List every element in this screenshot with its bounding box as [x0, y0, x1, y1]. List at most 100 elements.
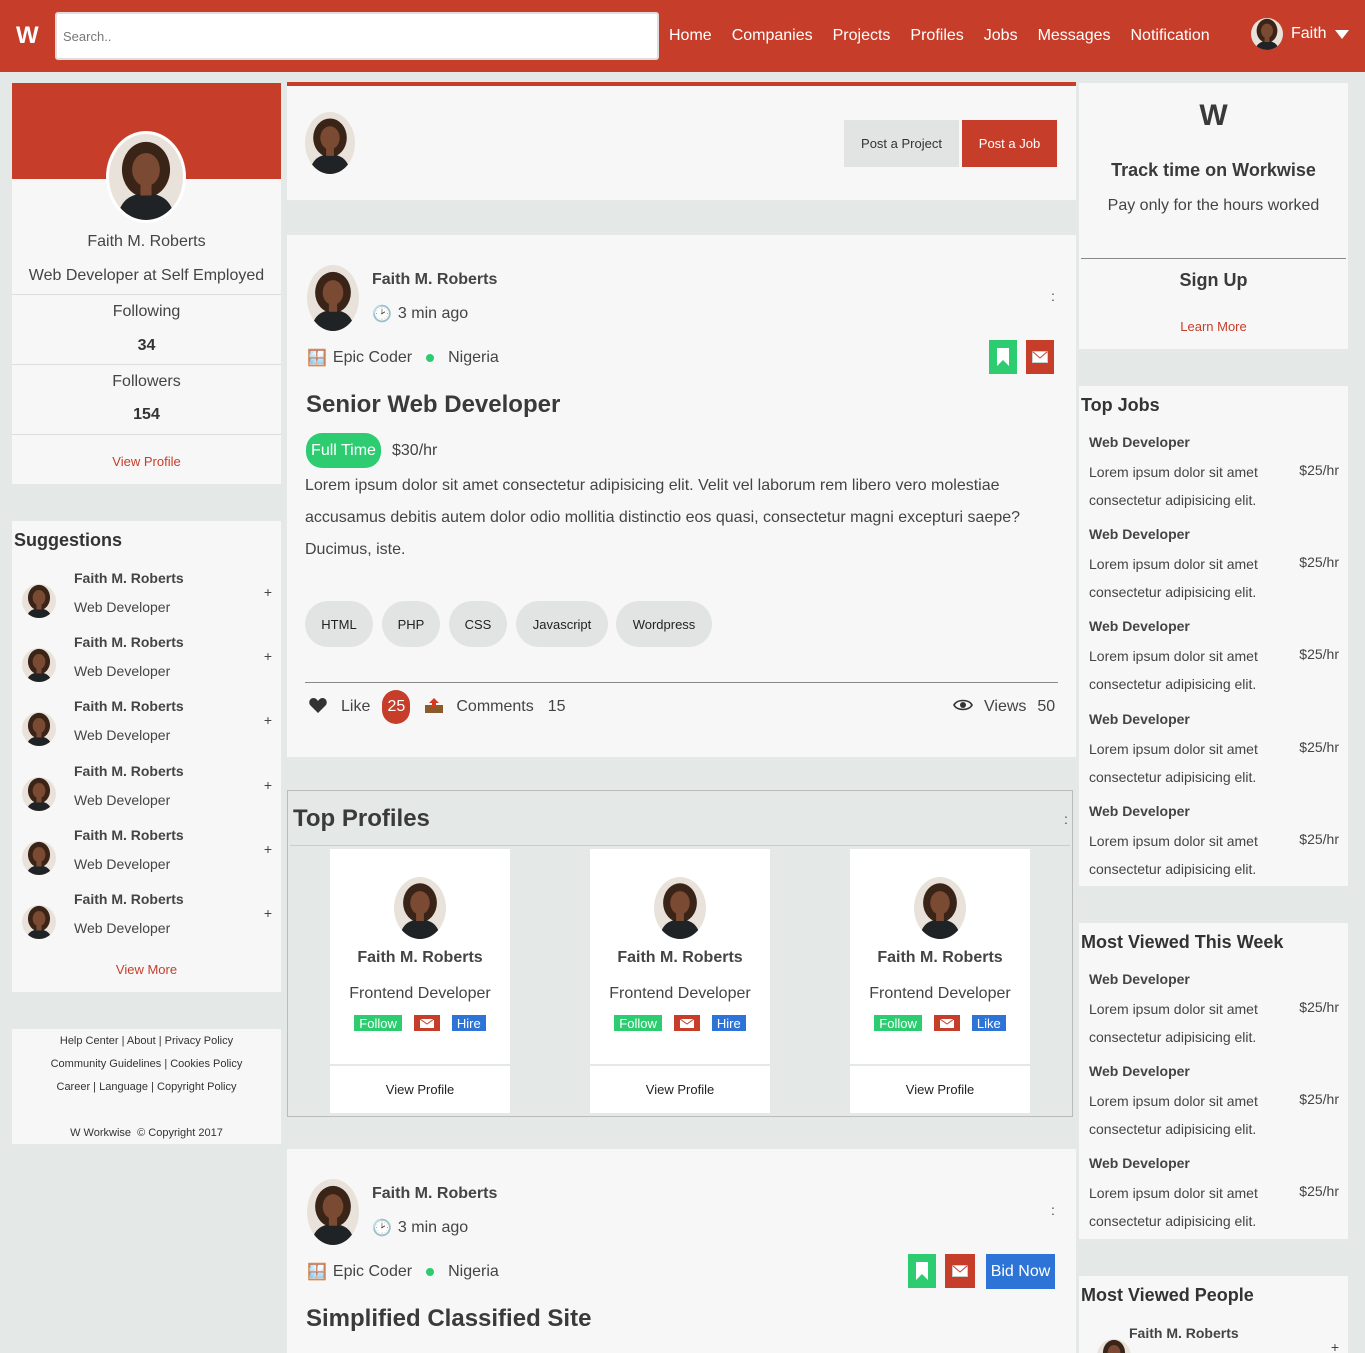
- heart-icon[interactable]: [309, 697, 327, 718]
- add-suggestion-icon[interactable]: +: [264, 648, 272, 664]
- post-actions: Like 25 Comments 15: [309, 690, 566, 724]
- views-count: 50: [1037, 698, 1056, 715]
- post-time: 🕑 3 min ago: [372, 304, 468, 324]
- envelope-icon[interactable]: [945, 1254, 975, 1288]
- envelope-icon[interactable]: [1026, 340, 1054, 374]
- job-post-card: Faith M. Roberts 🕑 3 min ago : 🪟 Epic Cod…: [287, 235, 1076, 757]
- add-suggestion-icon[interactable]: +: [264, 777, 272, 793]
- job-item-desc: Lorem ipsum dolor sit amet consectetur a…: [1089, 1185, 1258, 1229]
- envelope-icon[interactable]: [933, 1015, 960, 1031]
- post-job-button[interactable]: Post a Job: [962, 120, 1057, 167]
- job-item[interactable]: Web Developer Lorem ipsum dolor sit amet…: [1089, 971, 1339, 1051]
- post-author-avatar: [307, 1179, 359, 1245]
- footer-links-2[interactable]: Community Guidelines | Cookies Policy: [12, 1053, 281, 1076]
- view-profile-button[interactable]: View Profile: [590, 1064, 770, 1113]
- job-item[interactable]: Web Developer Lorem ipsum dolor sit amet…: [1089, 1063, 1339, 1143]
- job-item-desc: Lorem ipsum dolor sit amet consectetur a…: [1089, 464, 1258, 508]
- envelope-icon[interactable]: [413, 1015, 440, 1031]
- post-menu-icon[interactable]: :: [1051, 1202, 1055, 1218]
- bookmark-icon[interactable]: [989, 340, 1017, 374]
- sign-up-link[interactable]: Sign Up: [1079, 270, 1348, 291]
- nav-jobs[interactable]: Jobs: [974, 27, 1028, 45]
- envelope-icon[interactable]: [673, 1015, 700, 1031]
- job-item-title[interactable]: Web Developer: [1089, 803, 1339, 819]
- job-item-title[interactable]: Web Developer: [1089, 434, 1339, 450]
- location-name: Nigeria: [448, 1263, 499, 1280]
- add-suggestion-icon[interactable]: +: [264, 905, 272, 921]
- job-item-desc: Lorem ipsum dolor sit amet consectetur a…: [1089, 1093, 1258, 1137]
- nav-messages[interactable]: Messages: [1028, 27, 1121, 45]
- follow-button[interactable]: Follow: [874, 1015, 922, 1031]
- bid-now-button[interactable]: Bid Now: [986, 1254, 1055, 1289]
- post-time: 🕑 3 min ago: [372, 1218, 468, 1238]
- suggestion-item[interactable]: Faith M. Roberts Web Developer +: [22, 698, 272, 762]
- suggestion-item[interactable]: Faith M. Roberts Web Developer +: [22, 827, 272, 891]
- skill-tag[interactable]: Wordpress: [616, 601, 712, 647]
- job-item-title[interactable]: Web Developer: [1089, 971, 1339, 987]
- add-suggestion-icon[interactable]: +: [264, 584, 272, 600]
- post-author-name[interactable]: Faith M. Roberts: [372, 1185, 497, 1203]
- suggestion-item[interactable]: Faith M. Roberts Web Developer +: [22, 891, 272, 955]
- view-profile-button[interactable]: View Profile: [330, 1064, 510, 1113]
- footer-links-1[interactable]: Help Center | About | Privacy Policy: [12, 1030, 281, 1053]
- clock-icon: 🕑: [372, 306, 392, 323]
- skill-tag[interactable]: PHP: [382, 601, 440, 647]
- suggestion-avatar: [22, 584, 56, 618]
- hire-button[interactable]: Hire: [711, 1015, 746, 1031]
- job-item-title[interactable]: Web Developer: [1089, 1063, 1339, 1079]
- suggestion-item[interactable]: Faith M. Roberts Web Developer +: [22, 634, 272, 698]
- job-item-title[interactable]: Web Developer: [1089, 526, 1339, 542]
- add-person-icon[interactable]: +: [1331, 1339, 1339, 1353]
- view-more-link[interactable]: View More: [116, 962, 177, 977]
- person-item[interactable]: Faith M. Roberts +: [1089, 1325, 1339, 1353]
- skill-tag[interactable]: CSS: [449, 601, 507, 647]
- profile-role: Web Developer at Self Employed: [28, 267, 265, 284]
- suggestion-item[interactable]: Faith M. Roberts Web Developer +: [22, 763, 272, 827]
- like-button[interactable]: Like: [971, 1015, 1006, 1031]
- job-item[interactable]: Web Developer Lorem ipsum dolor sit amet…: [1089, 711, 1339, 791]
- post-project-button[interactable]: Post a Project: [844, 120, 959, 167]
- brand-logo[interactable]: W: [16, 22, 39, 50]
- job-title[interactable]: Senior Web Developer: [306, 391, 560, 419]
- view-profile-link[interactable]: View Profile: [112, 454, 180, 469]
- skill-tag[interactable]: Javascript: [516, 601, 608, 647]
- view-profile-button[interactable]: View Profile: [850, 1064, 1030, 1113]
- job-item[interactable]: Web Developer Lorem ipsum dolor sit amet…: [1089, 803, 1339, 883]
- job-item-title[interactable]: Web Developer: [1089, 618, 1339, 634]
- job-item-title[interactable]: Web Developer: [1089, 711, 1339, 727]
- post-author-name[interactable]: Faith M. Roberts: [372, 271, 497, 289]
- learn-more-link[interactable]: Learn More: [1180, 319, 1246, 334]
- search-input[interactable]: [55, 12, 659, 60]
- job-item[interactable]: Web Developer Lorem ipsum dolor sit amet…: [1089, 526, 1339, 606]
- suggestion-role: Web Developer: [74, 856, 171, 872]
- promo-card: W Track time on Workwise Pay only for th…: [1079, 83, 1348, 349]
- follow-button[interactable]: Follow: [354, 1015, 402, 1031]
- top-profiles-menu-icon[interactable]: :: [1064, 811, 1068, 827]
- follow-button[interactable]: Follow: [614, 1015, 662, 1031]
- job-item-rate: $25/hr: [1299, 646, 1339, 662]
- project-title[interactable]: Simplified Classified Site: [306, 1305, 591, 1333]
- like-label[interactable]: Like: [341, 698, 370, 716]
- nav-companies[interactable]: Companies: [722, 27, 823, 45]
- top-profile-avatar: [394, 877, 446, 939]
- skill-tag[interactable]: HTML: [305, 601, 373, 647]
- comments-label[interactable]: Comments: [456, 698, 533, 716]
- job-item[interactable]: Web Developer Lorem ipsum dolor sit amet…: [1089, 618, 1339, 698]
- nav-profiles[interactable]: Profiles: [900, 27, 973, 45]
- hire-button[interactable]: Hire: [451, 1015, 486, 1031]
- suggestion-item[interactable]: Faith M. Roberts Web Developer +: [22, 570, 272, 634]
- nav-notification[interactable]: Notification: [1121, 27, 1220, 45]
- job-item[interactable]: Web Developer Lorem ipsum dolor sit amet…: [1089, 434, 1339, 514]
- comment-icon[interactable]: [424, 697, 444, 718]
- job-item-title[interactable]: Web Developer: [1089, 1155, 1339, 1171]
- footer-links-3[interactable]: Career | Language | Copyright Policy: [12, 1076, 281, 1099]
- footer-copyright: W Workwise © Copyright 2017: [70, 1127, 223, 1139]
- nav-projects[interactable]: Projects: [823, 27, 901, 45]
- add-suggestion-icon[interactable]: +: [264, 841, 272, 857]
- post-menu-icon[interactable]: :: [1051, 288, 1055, 304]
- job-item[interactable]: Web Developer Lorem ipsum dolor sit amet…: [1089, 1155, 1339, 1235]
- user-menu[interactable]: Faith: [1251, 18, 1349, 50]
- add-suggestion-icon[interactable]: +: [264, 712, 272, 728]
- bookmark-icon[interactable]: [908, 1254, 936, 1288]
- nav-home[interactable]: Home: [659, 27, 722, 45]
